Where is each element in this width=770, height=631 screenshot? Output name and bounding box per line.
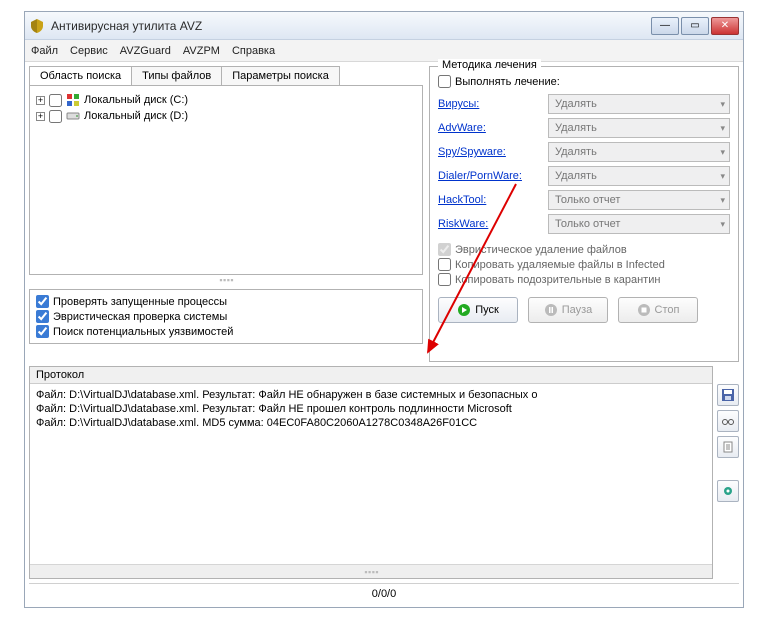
- minimize-button[interactable]: —: [651, 17, 679, 35]
- select-hacktool[interactable]: Только отчет: [548, 190, 730, 210]
- check-processes[interactable]: Проверять запущенные процессы: [36, 294, 416, 309]
- treat-dialer[interactable]: Dialer/PornWare:: [438, 170, 542, 182]
- glasses-button[interactable]: [717, 410, 739, 432]
- menu-help[interactable]: Справка: [232, 45, 275, 57]
- save-log-button[interactable]: [717, 384, 739, 406]
- titlebar: Антивирусная утилита AVZ — ▭ ✕: [25, 12, 743, 40]
- menu-bar: Файл Сервис AVZGuard AVZPM Справка: [25, 40, 743, 62]
- floppy-icon: [721, 388, 735, 402]
- tab-params[interactable]: Параметры поиска: [221, 66, 340, 85]
- drive-label: Локальный диск (C:): [84, 94, 188, 106]
- gear-icon: [721, 484, 735, 498]
- h-scrollbar[interactable]: ▪ ▪ ▪ ▪: [30, 564, 712, 578]
- protocol-panel: Протокол Файл: D:\VirtualDJ\database.xml…: [29, 366, 713, 579]
- page-icon: [721, 440, 735, 454]
- treat-advware[interactable]: AdvWare:: [438, 122, 542, 134]
- select-spyware[interactable]: Удалять: [548, 142, 730, 162]
- app-icon: [29, 18, 45, 34]
- drive-row: + Локальный диск (C:): [36, 92, 416, 108]
- check-copy-quarantine[interactable]: Копировать подозрительные в карантин: [438, 272, 730, 287]
- clear-log-button[interactable]: [717, 436, 739, 458]
- drive-checkbox[interactable]: [49, 94, 62, 107]
- scan-options: Проверять запущенные процессы Эвристичес…: [29, 289, 423, 344]
- window-title: Антивирусная утилита AVZ: [51, 19, 651, 33]
- check-enable-treatment[interactable]: Выполнять лечение:: [438, 75, 730, 88]
- treatment-legend: Методика лечения: [438, 59, 541, 71]
- menu-avzguard[interactable]: AVZGuard: [120, 45, 171, 57]
- log-line: Файл: D:\VirtualDJ\database.xml. Результ…: [36, 402, 706, 416]
- tab-scope[interactable]: Область поиска: [29, 66, 132, 85]
- treatment-group: Методика лечения Выполнять лечение: Виру…: [429, 66, 739, 362]
- status-bar: 0/0/0: [29, 583, 739, 603]
- pause-button[interactable]: Пауза: [528, 297, 608, 323]
- play-icon: [457, 303, 471, 317]
- tab-types[interactable]: Типы файлов: [131, 66, 222, 85]
- protocol-title: Протокол: [30, 367, 712, 384]
- log-line: Файл: D:\VirtualDJ\database.xml. Результ…: [36, 388, 706, 402]
- select-riskware[interactable]: Только отчет: [548, 214, 730, 234]
- check-copy-infected[interactable]: Копировать удаляемые файлы в Infected: [438, 257, 730, 272]
- check-heuristic[interactable]: Эвристическая проверка системы: [36, 309, 416, 324]
- select-virus[interactable]: Удалять: [548, 94, 730, 114]
- select-dialer[interactable]: Удалять: [548, 166, 730, 186]
- treat-virus[interactable]: Вирусы:: [438, 98, 542, 110]
- treat-spyware[interactable]: Spy/Spyware:: [438, 146, 542, 158]
- splitter[interactable]: ▪ ▪ ▪ ▪: [29, 275, 423, 285]
- log-line: Файл: D:\VirtualDJ\database.xml. MD5 сум…: [36, 416, 706, 430]
- extra-button[interactable]: [717, 480, 739, 502]
- treat-riskware[interactable]: RiskWare:: [438, 218, 542, 230]
- protocol-toolbar: [717, 366, 739, 579]
- menu-avzpm[interactable]: AVZPM: [183, 45, 220, 57]
- stop-icon: [637, 303, 651, 317]
- status-counter: 0/0/0: [372, 588, 396, 600]
- start-button[interactable]: Пуск: [438, 297, 518, 323]
- check-vuln[interactable]: Поиск потенциальных уязвимостей: [36, 324, 416, 339]
- menu-file[interactable]: Файл: [31, 45, 58, 57]
- select-advware[interactable]: Удалять: [548, 118, 730, 138]
- hdd-icon: [66, 109, 80, 123]
- treat-hacktool[interactable]: HackTool:: [438, 194, 542, 206]
- drive-checkbox[interactable]: [49, 110, 62, 123]
- drive-label: Локальный диск (D:): [84, 110, 188, 122]
- close-button[interactable]: ✕: [711, 17, 739, 35]
- drive-tree: + Локальный диск (C:) + Локальный диск (…: [29, 85, 423, 275]
- stop-button[interactable]: Стоп: [618, 297, 698, 323]
- tree-expand-icon[interactable]: +: [36, 112, 45, 121]
- tree-expand-icon[interactable]: +: [36, 96, 45, 105]
- pause-icon: [544, 303, 558, 317]
- glasses-icon: [721, 414, 735, 428]
- protocol-log[interactable]: Файл: D:\VirtualDJ\database.xml. Результ…: [30, 384, 712, 564]
- drive-row: + Локальный диск (D:): [36, 108, 416, 124]
- menu-service[interactable]: Сервис: [70, 45, 108, 57]
- maximize-button[interactable]: ▭: [681, 17, 709, 35]
- drive-color-icon: [66, 93, 80, 107]
- tab-bar: Область поиска Типы файлов Параметры пои…: [29, 66, 423, 85]
- check-heur-delete[interactable]: Эвристическое удаление файлов: [438, 242, 730, 257]
